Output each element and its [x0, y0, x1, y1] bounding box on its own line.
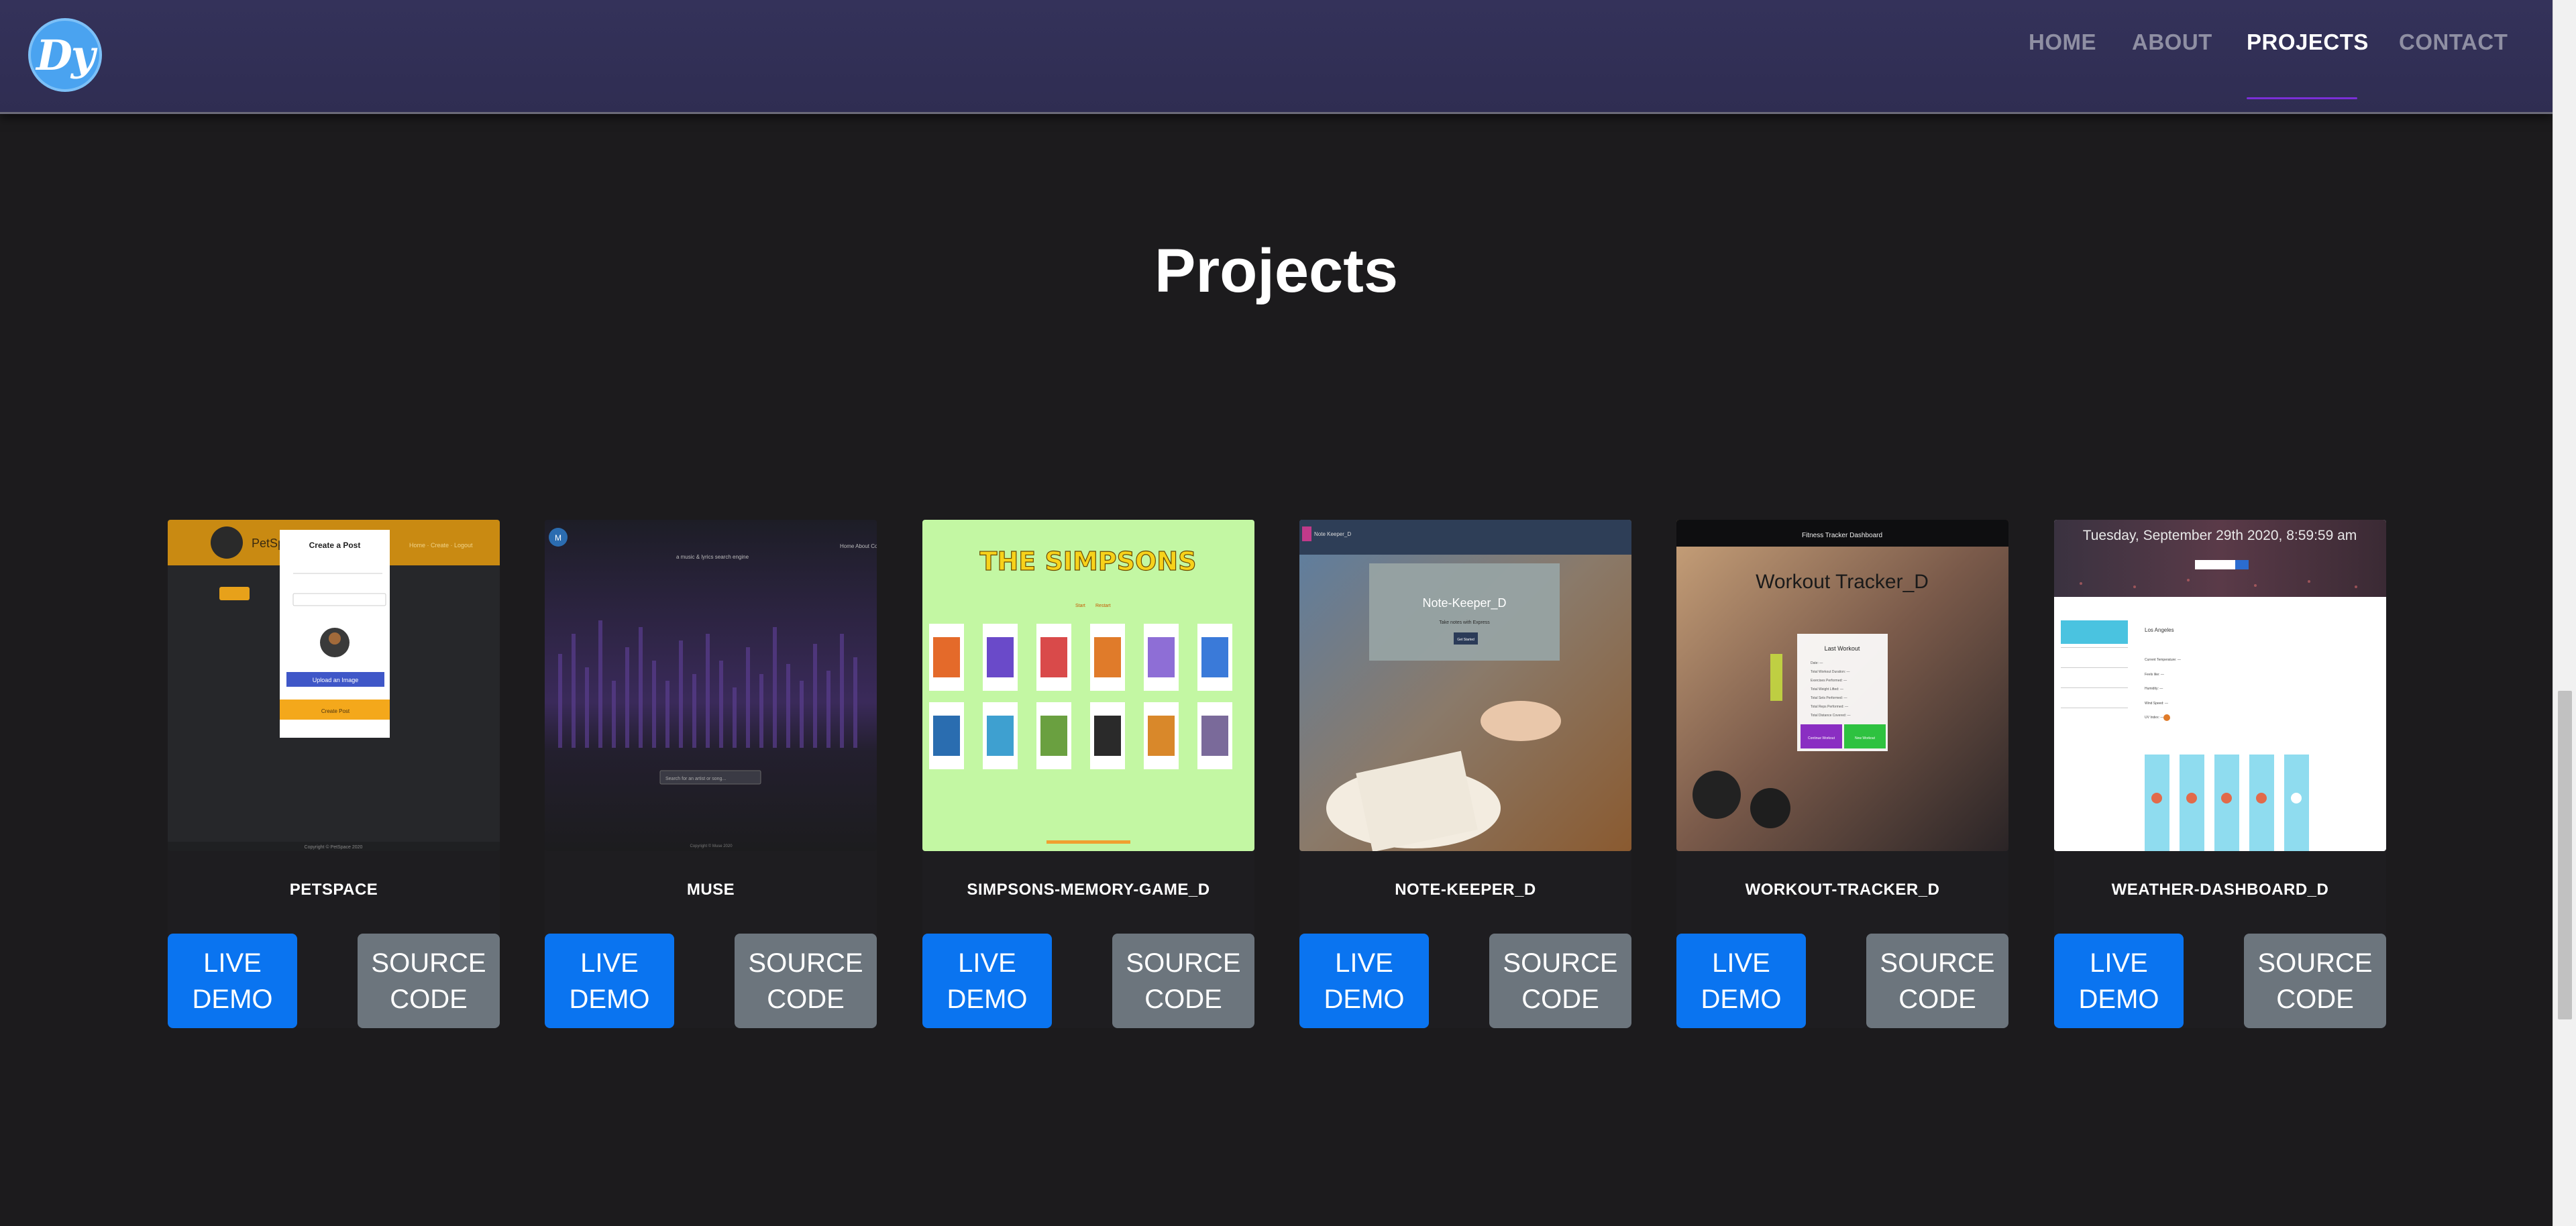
live-demo-button[interactable]: LIVE DEMO [1299, 934, 1429, 1028]
svg-text:Workout Tracker_D: Workout Tracker_D [1756, 571, 1929, 593]
source-code-button[interactable]: SOURCE CODE [735, 934, 877, 1028]
active-nav-indicator [2247, 97, 2357, 99]
live-demo-button[interactable]: LIVE DEMO [168, 934, 297, 1028]
svg-text:Humidity: —: Humidity: — [2145, 687, 2163, 691]
svg-text:Exercises Performed: —: Exercises Performed: — [1811, 679, 1847, 683]
svg-text:Wind Speed: —: Wind Speed: — [2145, 702, 2168, 706]
svg-text:Home About Contact: Home About Contact [840, 543, 877, 549]
svg-text:Take notes with Express: Take notes with Express [1439, 620, 1490, 625]
navbar: Dy HOME ABOUT PROJECTS CONTACT [0, 0, 2553, 114]
source-code-button[interactable]: SOURCE CODE [1489, 934, 1631, 1028]
svg-text:THE SIMPSONS: THE SIMPSONS [980, 547, 1197, 576]
svg-text:Date: —: Date: — [1811, 661, 1823, 665]
nav-link-home[interactable]: HOME [2029, 30, 2096, 55]
live-demo-button[interactable]: LIVE DEMO [2054, 934, 2184, 1028]
svg-text:Home · Create · Logout: Home · Create · Logout [409, 542, 473, 549]
nav-link-projects[interactable]: PROJECTS [2247, 30, 2369, 55]
project-title: NOTE-KEEPER_D [1395, 881, 1536, 899]
live-demo-button[interactable]: LIVE DEMO [545, 934, 674, 1028]
project-thumbnail-workout-tracker[interactable]: Fitness Tracker Dashboard Workout Tracke… [1676, 520, 2008, 851]
project-card-muse: M a music & lyrics search engine Home Ab… [545, 520, 877, 1028]
project-thumbnail-note-keeper[interactable]: Note Keeper_D Note-Keeper_D Take notes w… [1299, 520, 1631, 851]
svg-text:Total Sets Performed: —: Total Sets Performed: — [1811, 696, 1847, 700]
project-title: WEATHER-DASHBOARD_D [2111, 881, 2329, 899]
svg-text:Total Workout Duration: —: Total Workout Duration: — [1811, 670, 1850, 674]
svg-text:Fitness Tracker Dashboard: Fitness Tracker Dashboard [1802, 532, 1882, 539]
svg-text:Create Post: Create Post [321, 708, 350, 714]
svg-text:New Workout: New Workout [1855, 736, 1876, 740]
live-demo-button[interactable]: LIVE DEMO [1676, 934, 1806, 1028]
project-card-simpsons-memory-game: THE SIMPSONS Start Restart SIMPSONS-MEMO… [922, 520, 1254, 1028]
svg-text:Current Temperature: —: Current Temperature: — [2145, 658, 2181, 662]
project-card-petspace: PetSpace Home · Create · Logout Create a… [168, 520, 500, 1028]
svg-text:Get Started: Get Started [1457, 638, 1474, 642]
scrollbar-thumb[interactable] [2558, 691, 2572, 1019]
svg-text:Note Keeper_D: Note Keeper_D [1314, 531, 1351, 537]
svg-text:Total Weight Lifted: —: Total Weight Lifted: — [1811, 687, 1843, 691]
source-code-button[interactable]: SOURCE CODE [1866, 934, 2008, 1028]
project-thumbnail-petspace[interactable]: PetSpace Home · Create · Logout Create a… [168, 520, 500, 851]
source-code-button[interactable]: SOURCE CODE [1112, 934, 1254, 1028]
project-title: WORKOUT-TRACKER_D [1745, 881, 1940, 899]
page-title: Projects [1154, 237, 1399, 305]
svg-text:Restart: Restart [1095, 604, 1111, 608]
svg-text:Total Distance Covered: —: Total Distance Covered: — [1811, 714, 1850, 718]
project-card-note-keeper: Note Keeper_D Note-Keeper_D Take notes w… [1299, 520, 1631, 1028]
svg-text:Feels like: —: Feels like: — [2145, 673, 2164, 677]
svg-text:Search for an artist or song..: Search for an artist or song... [665, 777, 726, 781]
svg-text:Last Workout: Last Workout [1825, 645, 1860, 652]
svg-text:Total Reps Performed: —: Total Reps Performed: — [1811, 705, 1848, 709]
svg-text:UV Index: —: UV Index: — [2145, 716, 2163, 720]
logo-icon[interactable]: Dy [28, 18, 102, 92]
svg-text:M: M [555, 533, 561, 543]
project-thumbnail-muse[interactable]: M a music & lyrics search engine Home Ab… [545, 520, 877, 851]
project-card-weather-dashboard: Tuesday, September 29th 2020, 8:59:59 am… [2054, 520, 2386, 1028]
svg-text:Start: Start [1075, 604, 1085, 608]
source-code-button[interactable]: SOURCE CODE [2244, 934, 2386, 1028]
svg-text:Copyright © Muse 2020: Copyright © Muse 2020 [690, 844, 733, 848]
project-thumbnail-weather-dashboard[interactable]: Tuesday, September 29th 2020, 8:59:59 am… [2054, 520, 2386, 851]
project-card-workout-tracker: Fitness Tracker Dashboard Workout Tracke… [1676, 520, 2008, 1028]
svg-text:Tuesday, September 29th 2020,: Tuesday, September 29th 2020, 8:59:59 am [2083, 528, 2357, 543]
project-title: SIMPSONS-MEMORY-GAME_D [967, 881, 1210, 899]
project-thumbnail-simpsons[interactable]: THE SIMPSONS Start Restart [922, 520, 1254, 851]
svg-text:Create a Post: Create a Post [309, 541, 361, 550]
nav-link-about[interactable]: ABOUT [2132, 30, 2212, 55]
svg-text:Los Angeles: Los Angeles [2145, 627, 2174, 633]
nav-link-contact[interactable]: CONTACT [2399, 30, 2508, 55]
project-title: MUSE [686, 881, 735, 899]
svg-text:Note-Keeper_D: Note-Keeper_D [1422, 596, 1506, 610]
svg-text:Continue Workout: Continue Workout [1808, 736, 1835, 740]
live-demo-button[interactable]: LIVE DEMO [922, 934, 1052, 1028]
project-title: PETSPACE [289, 881, 378, 899]
svg-text:Copyright © PetSpace 2020: Copyright © PetSpace 2020 [305, 844, 363, 850]
page-scrollbar[interactable] [2553, 0, 2576, 1226]
source-code-button[interactable]: SOURCE CODE [358, 934, 500, 1028]
svg-text:a music & lyrics search engine: a music & lyrics search engine [676, 554, 749, 560]
svg-text:Upload an Image: Upload an Image [313, 677, 359, 683]
